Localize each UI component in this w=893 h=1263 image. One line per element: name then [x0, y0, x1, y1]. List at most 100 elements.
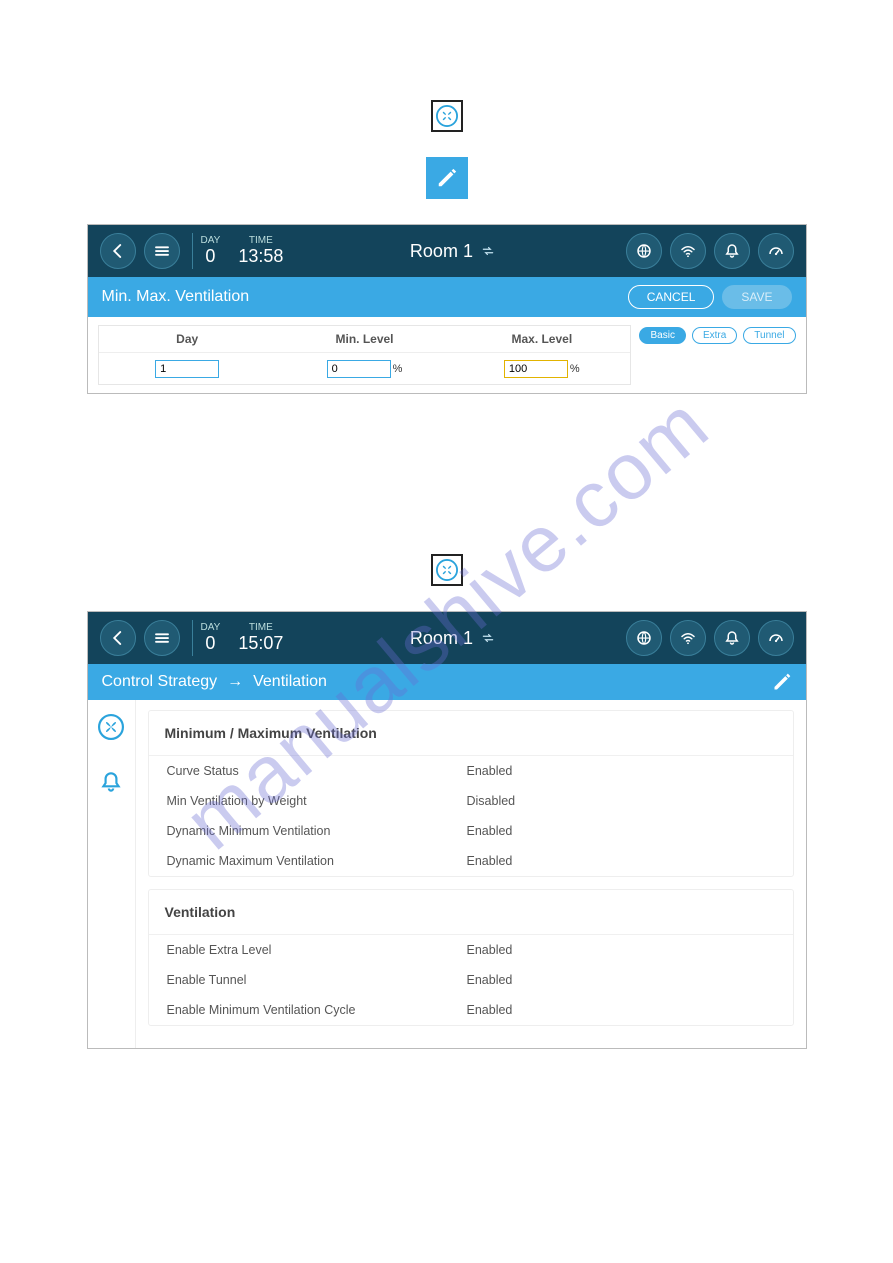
swap-icon	[481, 631, 495, 645]
save-button[interactable]: SAVE	[722, 285, 791, 309]
gauge-button[interactable]	[758, 620, 794, 656]
wifi-button[interactable]	[670, 620, 706, 656]
setting-key: Min Ventilation by Weight	[167, 794, 467, 808]
setting-row[interactable]: Enable Minimum Ventilation CycleEnabled	[149, 995, 793, 1025]
setting-row[interactable]: Curve StatusEnabled	[149, 756, 793, 786]
fan-icon	[436, 559, 458, 581]
back-button[interactable]	[100, 620, 136, 656]
setting-value: Enabled	[467, 1003, 513, 1017]
menu-button[interactable]	[144, 620, 180, 656]
wifi-button[interactable]	[670, 233, 706, 269]
room-title[interactable]: Room 1	[283, 628, 621, 649]
percent-label: %	[570, 363, 580, 375]
edit-button[interactable]	[772, 672, 792, 692]
wifi-icon	[679, 242, 697, 260]
filter-pills: Basic Extra Tunnel	[639, 327, 795, 344]
fan-icon	[436, 105, 458, 127]
gauge-icon	[767, 629, 785, 647]
day-value: 0	[201, 633, 221, 654]
globe-icon	[635, 242, 653, 260]
sidetab-ventilation[interactable]	[98, 714, 124, 745]
card-minmax-ventilation: Minimum / Maximum Ventilation Curve Stat…	[148, 710, 794, 877]
side-tabs	[88, 700, 136, 1048]
day-time-display: DAY 0 TIME 13:58	[201, 235, 284, 267]
time-label: TIME	[238, 235, 283, 246]
filter-extra[interactable]: Extra	[692, 327, 737, 344]
setting-key: Enable Tunnel	[167, 973, 467, 987]
bell-icon	[723, 629, 741, 647]
breadcrumb-1[interactable]: Control Strategy	[102, 673, 218, 691]
bell-button[interactable]	[714, 620, 750, 656]
setting-row[interactable]: Dynamic Minimum VentilationEnabled	[149, 816, 793, 846]
fan-icon-badge	[431, 100, 463, 132]
setting-value: Enabled	[467, 943, 513, 957]
day-label: DAY	[201, 622, 221, 633]
section-header: Min. Max. Ventilation CANCEL SAVE	[88, 277, 806, 317]
divider	[192, 620, 193, 656]
setting-key: Dynamic Minimum Ventilation	[167, 824, 467, 838]
card-title: Ventilation	[149, 890, 793, 935]
room-title-text: Room 1	[410, 628, 473, 649]
percent-label: %	[393, 363, 403, 375]
setting-value: Enabled	[467, 824, 513, 838]
day-label: DAY	[201, 235, 221, 246]
col-min: Min. Level	[276, 326, 453, 352]
setting-row[interactable]: Enable Extra LevelEnabled	[149, 935, 793, 965]
time-value: 13:58	[238, 246, 283, 267]
day-value: 0	[201, 246, 221, 267]
breadcrumb-bar: Control Strategy → Ventilation	[88, 664, 806, 700]
gauge-button[interactable]	[758, 233, 794, 269]
setting-value: Enabled	[467, 973, 513, 987]
day-time-display: DAY 0 TIME 15:07	[201, 622, 284, 654]
col-day: Day	[99, 326, 276, 352]
setting-row[interactable]: Min Ventilation by WeightDisabled	[149, 786, 793, 816]
room-title[interactable]: Room 1	[283, 241, 621, 262]
divider	[192, 233, 193, 269]
screenshot-control-strategy: DAY 0 TIME 15:07 Room 1	[87, 611, 807, 1049]
bell-button[interactable]	[714, 233, 750, 269]
setting-value: Disabled	[467, 794, 516, 808]
arrow-left-icon	[109, 242, 127, 260]
swap-icon	[481, 244, 495, 258]
app-header: DAY 0 TIME 13:58 Room 1	[88, 225, 806, 277]
arrow-left-icon	[109, 629, 127, 647]
back-button[interactable]	[100, 233, 136, 269]
day-input[interactable]	[155, 360, 219, 378]
pencil-icon	[772, 672, 792, 692]
setting-row[interactable]: Dynamic Maximum VentilationEnabled	[149, 846, 793, 876]
fan-icon	[98, 714, 124, 740]
setting-key: Enable Minimum Ventilation Cycle	[167, 1003, 467, 1017]
bell-icon	[723, 242, 741, 260]
setting-row[interactable]: Enable TunnelEnabled	[149, 965, 793, 995]
globe-button[interactable]	[626, 620, 662, 656]
room-title-text: Room 1	[410, 241, 473, 262]
time-label: TIME	[238, 622, 283, 633]
setting-value: Enabled	[467, 854, 513, 868]
fan-icon-badge-2	[431, 554, 463, 586]
setting-key: Enable Extra Level	[167, 943, 467, 957]
pencil-icon	[436, 167, 458, 189]
bell-icon	[98, 769, 124, 795]
wifi-icon	[679, 629, 697, 647]
min-level-input[interactable]	[327, 360, 391, 378]
filter-basic[interactable]: Basic	[639, 327, 685, 344]
minmax-table: Day Min. Level Max. Level % %	[98, 325, 632, 385]
hamburger-icon	[153, 242, 171, 260]
cancel-button[interactable]: CANCEL	[628, 285, 715, 309]
setting-key: Dynamic Maximum Ventilation	[167, 854, 467, 868]
app-header: DAY 0 TIME 15:07 Room 1	[88, 612, 806, 664]
breadcrumb-2: Ventilation	[253, 673, 327, 691]
sidetab-alarms[interactable]	[98, 769, 124, 800]
filter-tunnel[interactable]: Tunnel	[743, 327, 795, 344]
table-row: % %	[99, 353, 631, 384]
hamburger-icon	[153, 629, 171, 647]
setting-key: Curve Status	[167, 764, 467, 778]
setting-value: Enabled	[467, 764, 513, 778]
menu-button[interactable]	[144, 233, 180, 269]
card-ventilation: Ventilation Enable Extra LevelEnabled En…	[148, 889, 794, 1026]
pencil-icon-badge	[426, 157, 468, 199]
card-title: Minimum / Maximum Ventilation	[149, 711, 793, 756]
globe-button[interactable]	[626, 233, 662, 269]
max-level-input[interactable]	[504, 360, 568, 378]
arrow-right-icon: →	[227, 673, 243, 691]
